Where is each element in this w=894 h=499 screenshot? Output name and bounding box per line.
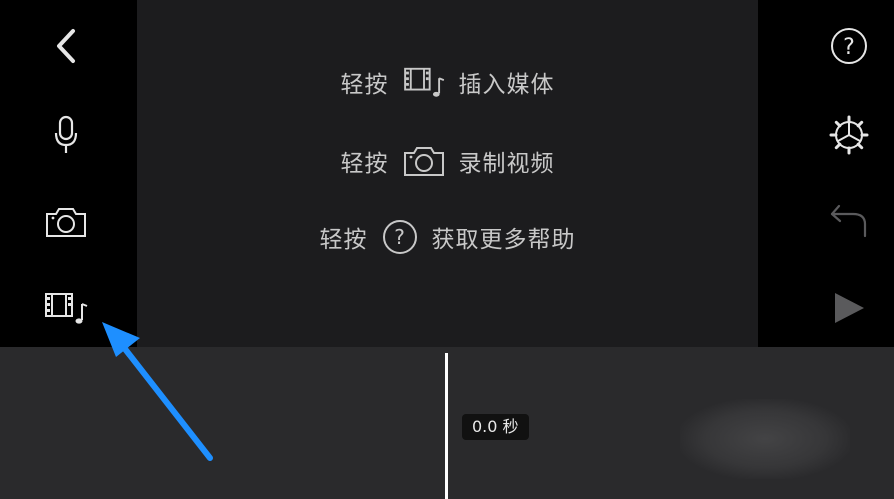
chevron-left-icon	[57, 29, 75, 63]
svg-text:?: ?	[843, 35, 855, 60]
hint-prefix: 轻按	[340, 151, 389, 177]
camera-icon	[403, 145, 445, 177]
hint-more-help: 轻按 ? 获取更多帮助	[137, 219, 758, 255]
hint-record-video: 轻按 录制视频	[137, 143, 758, 179]
voiceover-button[interactable]	[44, 112, 88, 158]
help-button[interactable]: ?	[826, 26, 872, 66]
preview-area: 轻按 插入媒体 轻按 录制视频 轻按 ? 获取更多帮助	[137, 0, 758, 347]
undo-icon	[830, 204, 867, 238]
microphone-icon	[54, 115, 78, 153]
watermark	[680, 399, 850, 479]
camera-button[interactable]	[40, 202, 92, 242]
settings-button[interactable]	[826, 114, 872, 156]
left-toolbar	[0, 0, 137, 347]
playhead[interactable]	[445, 353, 448, 499]
question-circle-icon: ?	[831, 28, 867, 64]
play-icon	[835, 293, 864, 323]
hint-text: 录制视频	[458, 151, 555, 177]
question-circle-icon: ?	[382, 219, 418, 255]
hint-text: 插入媒体	[458, 72, 555, 98]
hint-prefix: 轻按	[319, 227, 368, 253]
undo-button[interactable]	[826, 200, 872, 240]
insert-media-button[interactable]	[40, 286, 92, 330]
media-film-music-icon	[45, 293, 88, 324]
back-button[interactable]	[44, 26, 88, 66]
timeline[interactable]: 0.0 秒	[0, 347, 894, 499]
play-button[interactable]	[826, 288, 872, 328]
hint-text: 获取更多帮助	[431, 227, 576, 253]
svg-text:?: ?	[394, 225, 406, 249]
hint-insert-media: 轻按 插入媒体	[137, 64, 758, 100]
gear-icon	[829, 115, 869, 155]
media-film-music-icon	[403, 65, 445, 99]
time-badge: 0.0 秒	[462, 414, 529, 440]
right-toolbar: ?	[758, 0, 894, 347]
camera-icon	[46, 208, 86, 237]
hint-prefix: 轻按	[340, 72, 389, 98]
